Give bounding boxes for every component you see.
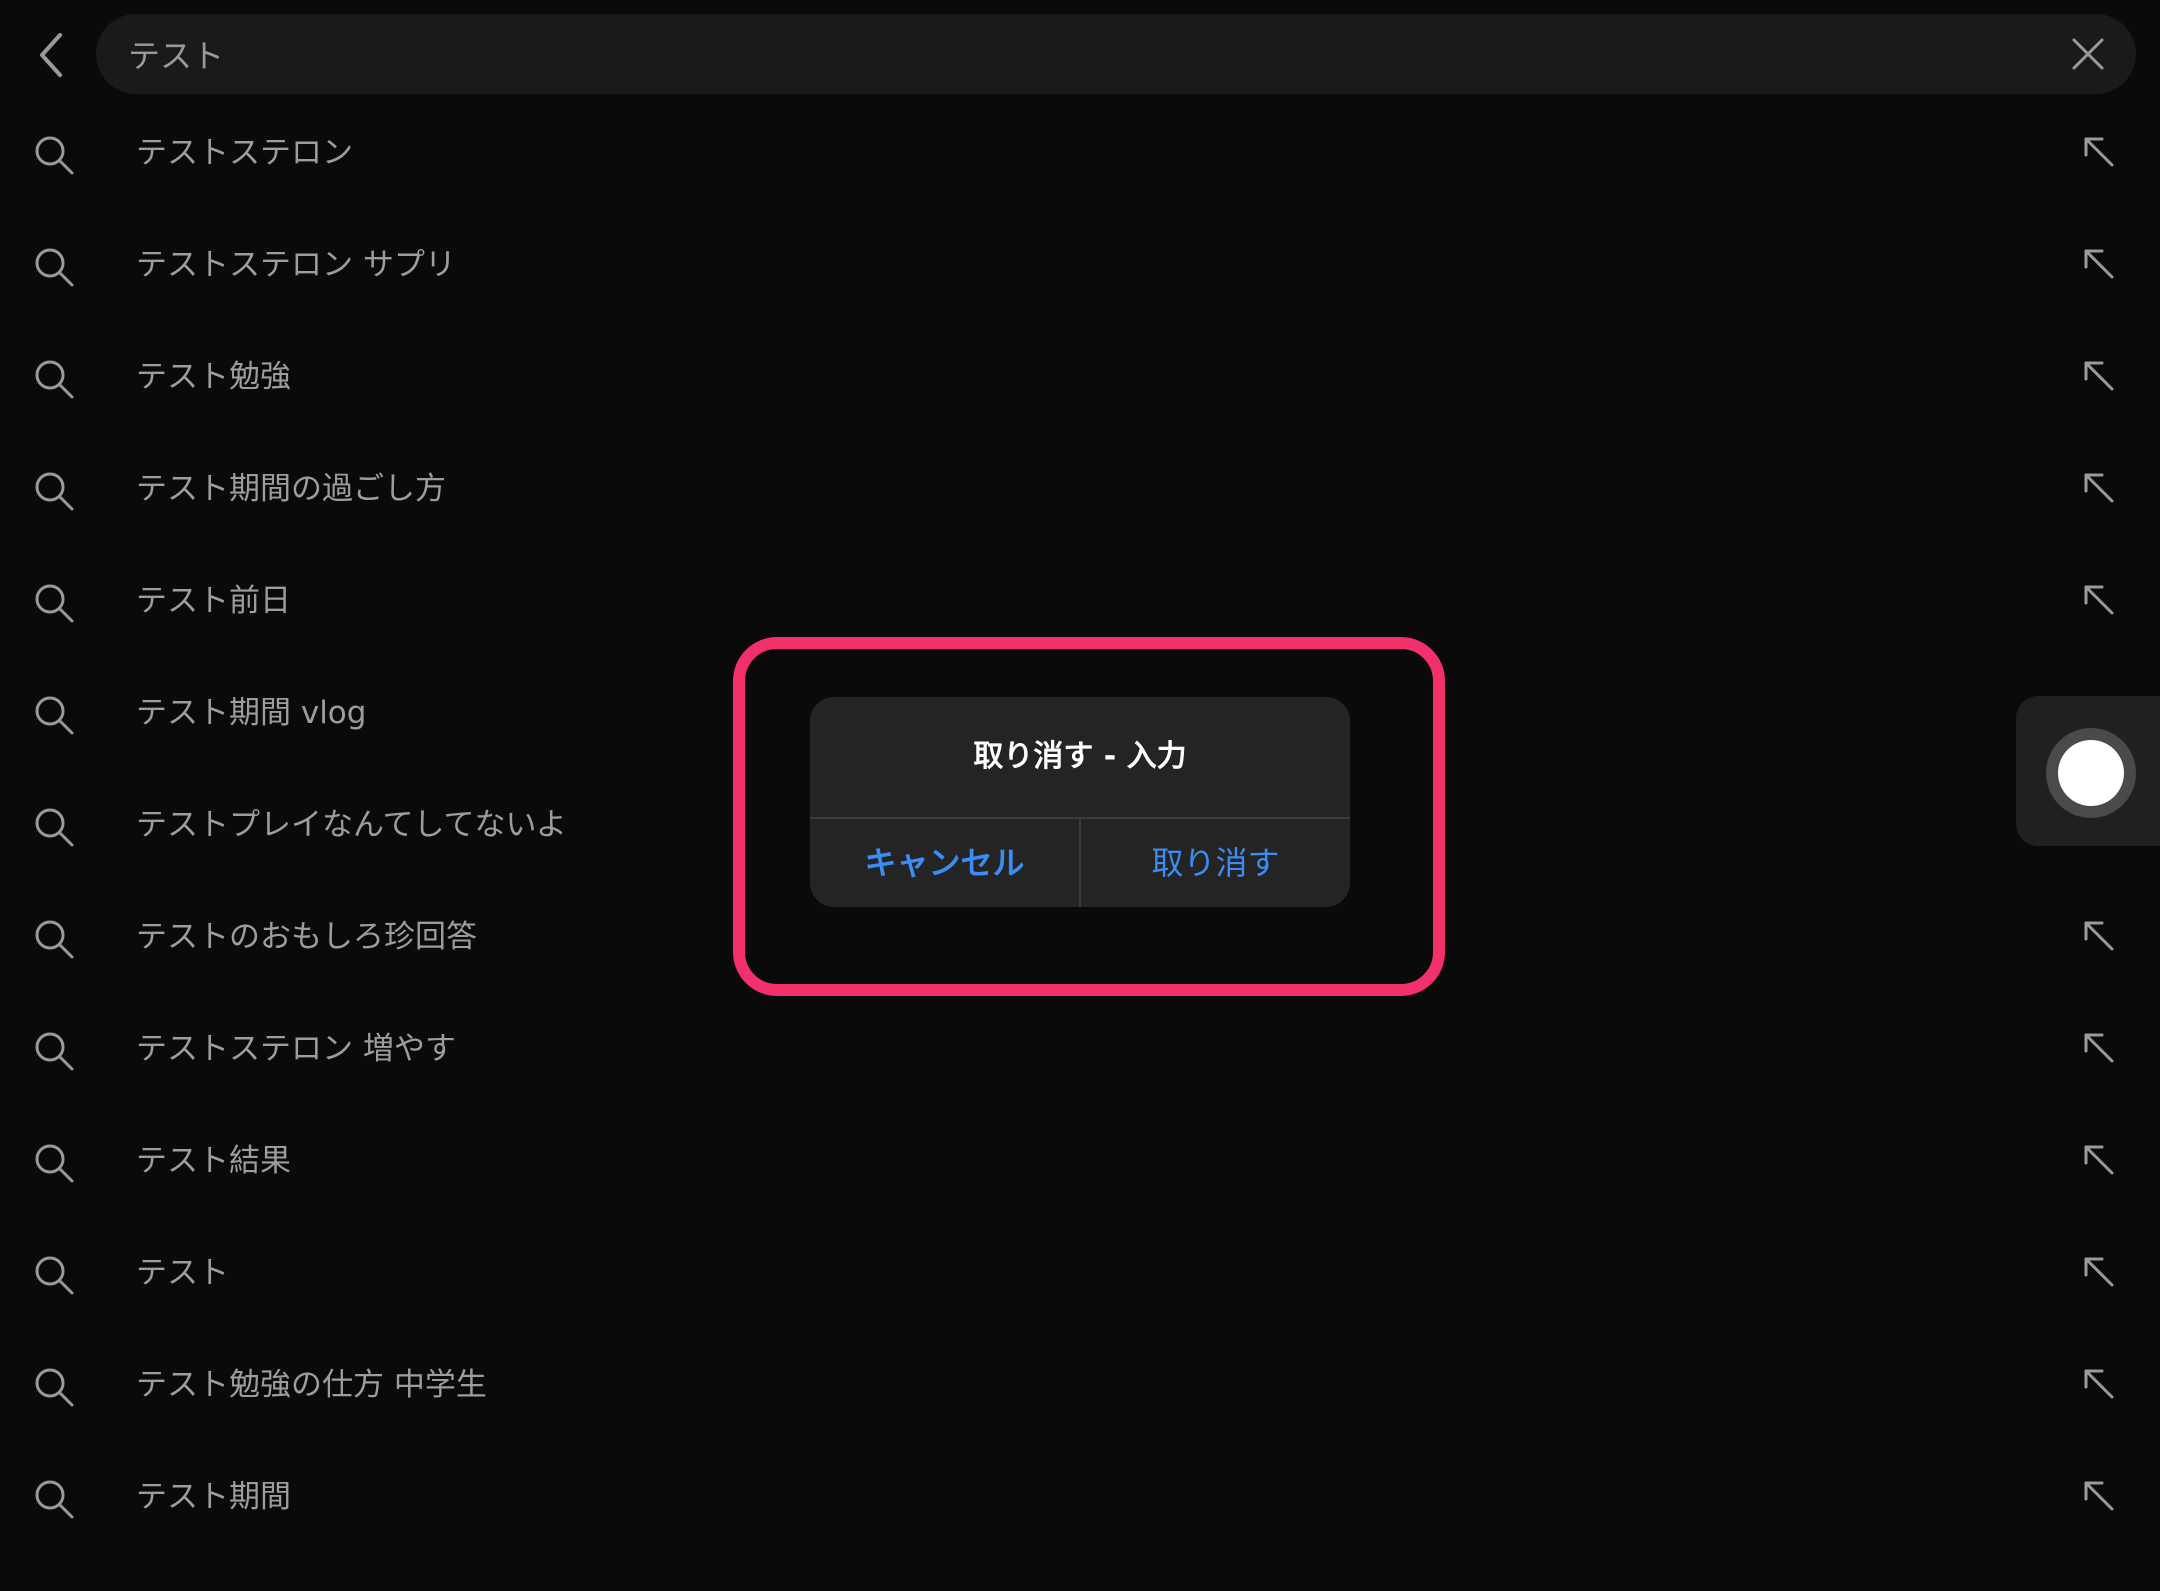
suggestion-label: テスト期間の過ごし方 xyxy=(136,471,446,507)
suggestion-item[interactable]: テスト前日 xyxy=(0,545,2160,657)
suggestion-label: テストのおもしろ珍回答 xyxy=(136,919,477,955)
fill-query-arrow-icon[interactable] xyxy=(2078,579,2122,623)
assistive-touch-button[interactable] xyxy=(2016,696,2160,846)
chevron-left-icon xyxy=(40,33,62,77)
suggestion-label: テストステロン xyxy=(136,135,353,171)
suggestion-item[interactable]: テスト期間の過ごし方 xyxy=(0,433,2160,545)
suggestion-item[interactable]: テスト結果 xyxy=(0,1105,2160,1217)
close-icon xyxy=(2072,38,2104,70)
suggestion-item[interactable]: テストステロン 増やす xyxy=(0,993,2160,1105)
suggestion-label: テスト結果 xyxy=(136,1143,291,1179)
search-icon xyxy=(35,1368,74,1407)
search-icon xyxy=(35,360,74,399)
screen: テストステロン テストステロン サプリ テスト勉強 テスト期間の過ごし方 テスト… xyxy=(0,0,2160,1591)
status-strip xyxy=(0,0,2160,12)
fill-query-arrow-icon[interactable] xyxy=(2078,1027,2122,1071)
suggestion-item[interactable]: テスト勉強の仕方 中学生 xyxy=(0,1329,2160,1441)
suggestion-item[interactable]: テストステロン xyxy=(0,97,2160,209)
search-icon xyxy=(35,1256,74,1295)
suggestion-label: テスト勉強の仕方 中学生 xyxy=(136,1367,487,1403)
fill-query-arrow-icon[interactable] xyxy=(2078,1475,2122,1519)
suggestion-label: テスト xyxy=(136,1255,229,1291)
fill-query-arrow-icon[interactable] xyxy=(2078,355,2122,399)
search-icon xyxy=(35,808,74,847)
suggestion-label: テストステロン 増やす xyxy=(136,1031,456,1067)
fill-query-arrow-icon[interactable] xyxy=(2078,915,2122,959)
clear-search-button[interactable] xyxy=(2060,26,2116,82)
suggestion-label: テスト期間 xyxy=(136,1479,291,1515)
search-icon xyxy=(35,696,74,735)
search-icon xyxy=(35,1032,74,1071)
search-input[interactable] xyxy=(128,14,2028,94)
suggestion-label: テストステロン サプリ xyxy=(136,247,456,283)
search-icon xyxy=(35,248,74,287)
search-bar[interactable] xyxy=(96,14,2136,94)
assistive-touch-icon xyxy=(2058,740,2124,806)
fill-query-arrow-icon[interactable] xyxy=(2078,1251,2122,1295)
suggestion-item[interactable]: テストステロン サプリ xyxy=(0,209,2160,321)
search-icon xyxy=(35,472,74,511)
suggestion-label: テスト期間 vlog xyxy=(136,695,367,731)
undo-button[interactable]: 取り消す xyxy=(1081,819,1350,907)
suggestion-label: テストプレイなんてしてないよ xyxy=(136,807,567,843)
search-icon xyxy=(35,584,74,623)
search-icon xyxy=(35,1144,74,1183)
fill-query-arrow-icon[interactable] xyxy=(2078,131,2122,175)
undo-typing-dialog: 取り消す - 入力 キャンセル 取り消す xyxy=(810,697,1350,907)
suggestion-item[interactable]: テスト勉強 xyxy=(0,321,2160,433)
dialog-title: 取り消す - 入力 xyxy=(973,739,1187,774)
suggestion-label: テスト前日 xyxy=(136,583,291,619)
fill-query-arrow-icon[interactable] xyxy=(2078,467,2122,511)
cancel-button[interactable]: キャンセル xyxy=(810,819,1079,907)
suggestion-item[interactable]: テスト xyxy=(0,1217,2160,1329)
suggestion-label: テスト勉強 xyxy=(136,359,291,395)
suggestion-item[interactable]: テスト期間 xyxy=(0,1441,2160,1553)
fill-query-arrow-icon[interactable] xyxy=(2078,243,2122,287)
fill-query-arrow-icon[interactable] xyxy=(2078,1139,2122,1183)
back-button[interactable] xyxy=(22,22,78,88)
search-icon xyxy=(35,1480,74,1519)
search-icon xyxy=(35,920,74,959)
fill-query-arrow-icon[interactable] xyxy=(2078,1363,2122,1407)
search-icon xyxy=(35,136,74,175)
